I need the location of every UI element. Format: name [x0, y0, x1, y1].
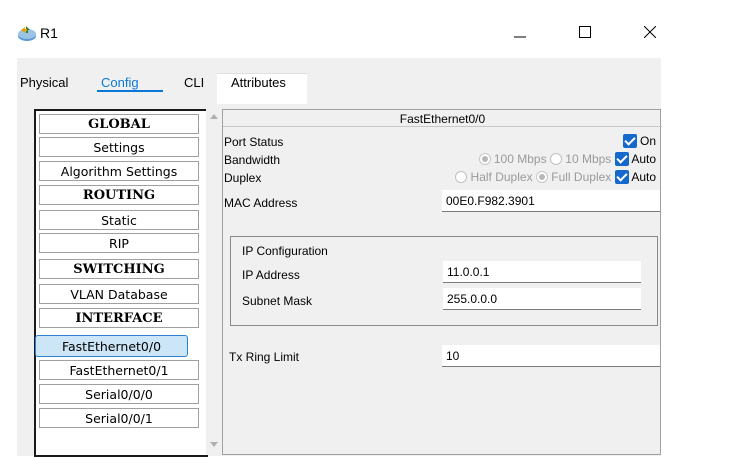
nav-header-global: GLOBAL	[39, 114, 199, 134]
bandwidth-label: Bandwidth	[224, 153, 281, 167]
duplex-half-label: Half Duplex	[470, 170, 533, 184]
window-title: R1	[40, 25, 58, 41]
nav-header-switching: SWITCHING	[39, 259, 199, 279]
nav-item-fastethernet0-1[interactable]: FastEthernet0/1	[39, 360, 199, 380]
duplex-label: Duplex	[224, 171, 262, 185]
nav-item-algorithm-settings[interactable]: Algorithm Settings	[39, 161, 199, 181]
bandwidth-10-radio[interactable]	[549, 153, 562, 165]
ip-configuration-group: IP Configuration IP Address 11.0.0.1 Sub…	[230, 236, 658, 326]
nav-item-static[interactable]: Static	[39, 210, 199, 230]
duplex-full-label: Full Duplex	[551, 170, 612, 184]
ip-configuration-title: IP Configuration	[242, 244, 328, 258]
duplex-auto-checkbox[interactable]	[614, 170, 629, 184]
ip-address-field[interactable]: 11.0.0.1	[443, 261, 641, 283]
tab-physical[interactable]: Physical	[20, 73, 68, 93]
ip-address-label: IP Address	[242, 268, 300, 282]
tx-ring-limit-field[interactable]: 10	[442, 345, 660, 367]
nav-item-serial0-0-1[interactable]: Serial0/0/1	[39, 408, 199, 428]
scroll-up-icon[interactable]	[210, 114, 218, 119]
maximize-button[interactable]	[565, 17, 605, 47]
duplex-options: Half Duplex Full Duplex Auto	[455, 170, 656, 184]
maximize-icon	[579, 26, 591, 38]
tab-cli[interactable]: CLI	[184, 73, 204, 93]
close-button[interactable]	[630, 17, 670, 47]
router-app-icon	[18, 26, 36, 41]
bandwidth-100-label: 100 Mbps	[493, 152, 547, 166]
tab-attributes[interactable]: Attributes	[231, 73, 286, 93]
interface-title: FastEthernet0/0	[223, 112, 662, 127]
bandwidth-options: 100 Mbps 10 Mbps Auto	[478, 152, 656, 166]
nav-item-rip[interactable]: RIP	[39, 233, 199, 253]
duplex-auto-label: Auto	[631, 170, 656, 184]
title-bar: R1	[0, 0, 741, 60]
subnet-mask-field[interactable]: 255.0.0.0	[443, 288, 641, 310]
duplex-half-radio[interactable]	[455, 171, 468, 183]
nav-item-serial0-0-0[interactable]: Serial0/0/0	[39, 384, 199, 404]
minimize-button[interactable]	[500, 17, 540, 47]
nav-item-settings[interactable]: Settings	[39, 137, 199, 157]
port-status-label: Port Status	[224, 135, 284, 149]
bandwidth-auto-checkbox[interactable]	[614, 152, 629, 166]
close-icon	[644, 26, 656, 38]
nav-header-interface: INTERFACE	[39, 308, 199, 328]
port-status-on-label: On	[639, 134, 656, 148]
subnet-mask-label: Subnet Mask	[242, 294, 313, 308]
nav-header-routing: ROUTING	[39, 185, 199, 205]
active-tab-indicator	[97, 90, 163, 92]
nav-item-vlan-database[interactable]: VLAN Database	[39, 284, 199, 304]
checked-icon	[622, 134, 637, 148]
interface-config-panel: FastEthernet0/0 Port Status On Bandwidth…	[222, 109, 662, 455]
nav-scrollbar[interactable]	[206, 109, 222, 455]
mac-address-field[interactable]: 00E0.F982.3901	[442, 190, 660, 212]
mac-address-label: MAC Address	[224, 196, 298, 210]
nav-item-fastethernet0-0[interactable]: FastEthernet0/0	[35, 335, 188, 357]
minimize-icon	[514, 36, 526, 38]
scroll-down-icon[interactable]	[210, 442, 218, 447]
bandwidth-10-label: 10 Mbps	[565, 152, 612, 166]
duplex-full-radio[interactable]	[535, 171, 548, 183]
port-status-on-checkbox[interactable]: On	[622, 134, 656, 148]
device-panel: Physical Config CLI Attributes GLOBAL Se…	[17, 58, 662, 457]
bandwidth-auto-label: Auto	[631, 152, 656, 166]
tx-ring-limit-label: Tx Ring Limit	[229, 350, 300, 364]
config-nav-list: GLOBAL Settings Algorithm Settings ROUTI…	[34, 109, 208, 457]
bandwidth-100-radio[interactable]	[478, 153, 491, 165]
